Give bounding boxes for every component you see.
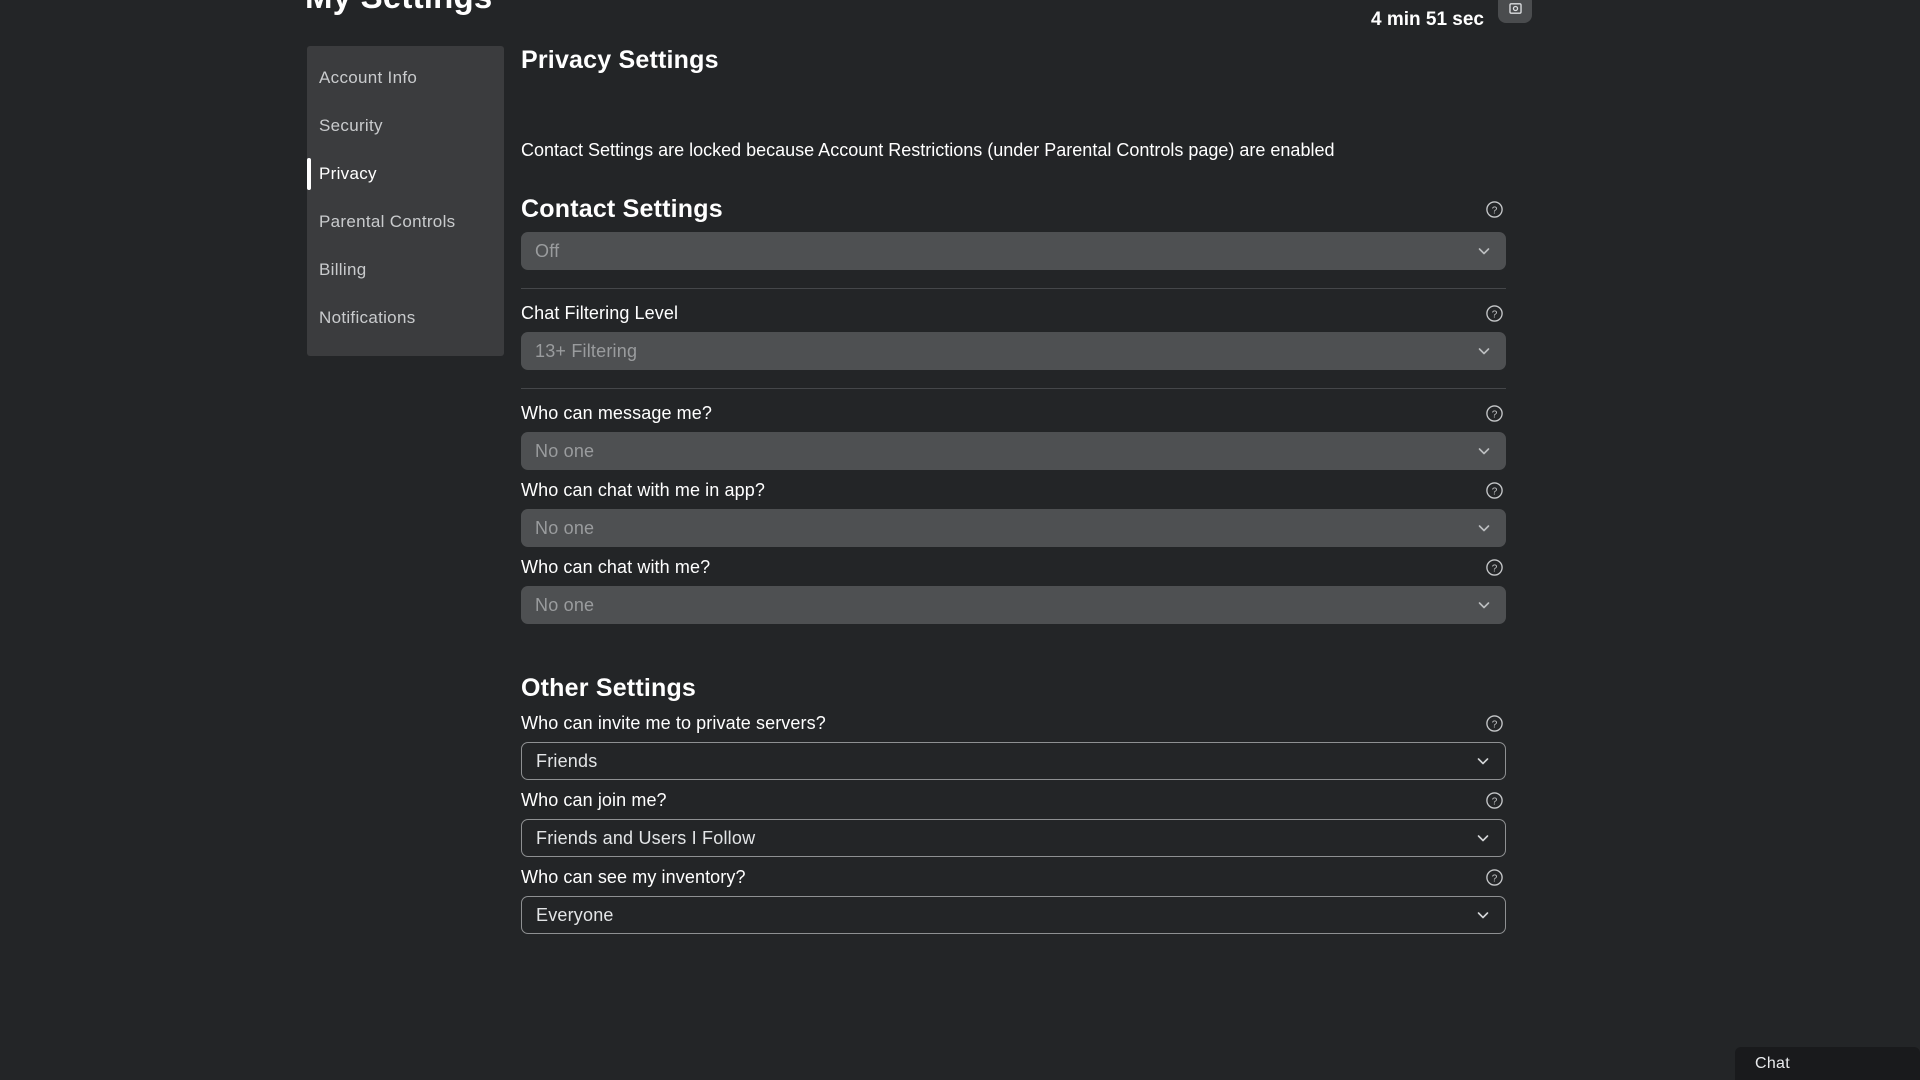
privacy-settings-heading: Privacy Settings (521, 46, 719, 74)
help-icon[interactable]: ? (1485, 714, 1504, 733)
other-settings-heading: Other Settings (521, 674, 697, 702)
settings-content: Privacy Settings Contact Settings are lo… (521, 46, 1506, 934)
who-can-chat-with-me-in-app-select: No one (521, 509, 1506, 547)
chevron-down-icon (1476, 597, 1492, 613)
help-icon[interactable]: ? (1485, 791, 1504, 810)
help-icon[interactable]: ? (1485, 304, 1504, 323)
svg-text:?: ? (1492, 563, 1498, 574)
chat-dock[interactable]: Chat (1735, 1047, 1920, 1080)
who-can-chat-with-me-select: No one (521, 586, 1506, 624)
select-value: Off (535, 240, 560, 261)
svg-text:?: ? (1492, 873, 1498, 884)
select-value: Everyone (536, 904, 614, 925)
sidebar-item-security[interactable]: Security (307, 102, 504, 150)
chevron-down-icon (1476, 443, 1492, 459)
who-can-message-me-select: No one (521, 432, 1506, 470)
chat-filtering-level-select: 13+ Filtering (521, 332, 1506, 370)
who-can-invite-me-select[interactable]: Friends (521, 742, 1506, 780)
help-icon[interactable]: ? (1485, 868, 1504, 887)
sidebar-item-parental-controls[interactable]: Parental Controls (307, 198, 504, 246)
svg-text:?: ? (1492, 796, 1498, 807)
contact-settings-header-row: Contact Settings ? (521, 177, 1506, 224)
chevron-down-icon (1476, 243, 1492, 259)
sidebar-item-account-info[interactable]: Account Info (307, 54, 504, 102)
select-value: No one (535, 440, 595, 461)
sidebar-item-billing[interactable]: Billing (307, 246, 504, 294)
sidebar-item-label: Billing (319, 260, 367, 279)
session-timer: 4 min 51 sec (1370, 9, 1484, 30)
chevron-down-icon (1476, 343, 1492, 359)
svg-text:?: ? (1492, 719, 1498, 730)
section-divider (521, 388, 1506, 389)
svg-text:?: ? (1492, 309, 1498, 320)
who-can-message-label-row: Who can message me? ? (521, 403, 1506, 424)
chevron-down-icon (1475, 753, 1491, 769)
sidebar-item-privacy[interactable]: Privacy (307, 150, 504, 198)
chevron-down-icon (1476, 520, 1492, 536)
sidebar-item-label: Account Info (319, 68, 418, 87)
contact-settings-heading: Contact Settings (521, 195, 723, 223)
field-label: Who can message me? (521, 403, 712, 423)
who-can-join-label-row: Who can join me? ? (521, 790, 1506, 811)
chevron-down-icon (1475, 830, 1491, 846)
chevron-down-icon (1475, 907, 1491, 923)
sidebar-item-label: Security (319, 116, 383, 135)
chat-dock-label: Chat (1755, 1054, 1790, 1072)
svg-text:?: ? (1492, 409, 1498, 420)
svg-text:?: ? (1492, 486, 1498, 497)
help-icon[interactable]: ? (1485, 558, 1504, 577)
select-value: Friends (536, 750, 598, 771)
contact-settings-select: Off (521, 232, 1506, 270)
active-indicator (307, 158, 311, 190)
svg-text:?: ? (1492, 205, 1498, 216)
field-label: Who can see my inventory? (521, 867, 746, 887)
screenshot-icon (1508, 2, 1522, 14)
help-icon[interactable]: ? (1485, 481, 1504, 500)
field-label: Who can chat with me in app? (521, 480, 765, 500)
sidebar-item-label: Privacy (319, 164, 377, 183)
who-can-see-my-inventory-select[interactable]: Everyone (521, 896, 1506, 934)
settings-sidebar: Account Info Security Privacy Parental C… (307, 46, 504, 356)
select-value: No one (535, 594, 595, 615)
select-value: No one (535, 517, 595, 538)
section-divider (521, 288, 1506, 289)
sidebar-item-notifications[interactable]: Notifications (307, 294, 504, 342)
page-header: My Settings 4 min 51 sec (0, 0, 1920, 36)
help-icon[interactable]: ? (1485, 404, 1504, 423)
chat-filtering-label-row: Chat Filtering Level ? (521, 303, 1506, 324)
header-right-group: 4 min 51 sec (1371, 0, 1532, 30)
field-label: Who can chat with me? (521, 557, 711, 577)
lock-notice-text: Contact Settings are locked because Acco… (521, 140, 1335, 160)
select-value: Friends and Users I Follow (536, 827, 756, 848)
field-label: Who can join me? (521, 790, 667, 810)
help-icon[interactable]: ? (1485, 200, 1504, 219)
sidebar-item-label: Parental Controls (319, 212, 456, 231)
screenshot-icon-button[interactable] (1498, 0, 1532, 23)
page-title: My Settings (305, 0, 492, 16)
field-label: Who can invite me to private servers? (521, 713, 826, 733)
who-can-invite-label-row: Who can invite me to private servers? ? (521, 713, 1506, 734)
field-label: Chat Filtering Level (521, 303, 679, 323)
who-can-chat-label-row: Who can chat with me? ? (521, 557, 1506, 578)
sidebar-item-label: Notifications (319, 308, 416, 327)
who-can-see-inventory-label-row: Who can see my inventory? ? (521, 867, 1506, 888)
who-can-join-me-select[interactable]: Friends and Users I Follow (521, 819, 1506, 857)
select-value: 13+ Filtering (535, 340, 638, 361)
who-can-chat-in-app-label-row: Who can chat with me in app? ? (521, 480, 1506, 501)
